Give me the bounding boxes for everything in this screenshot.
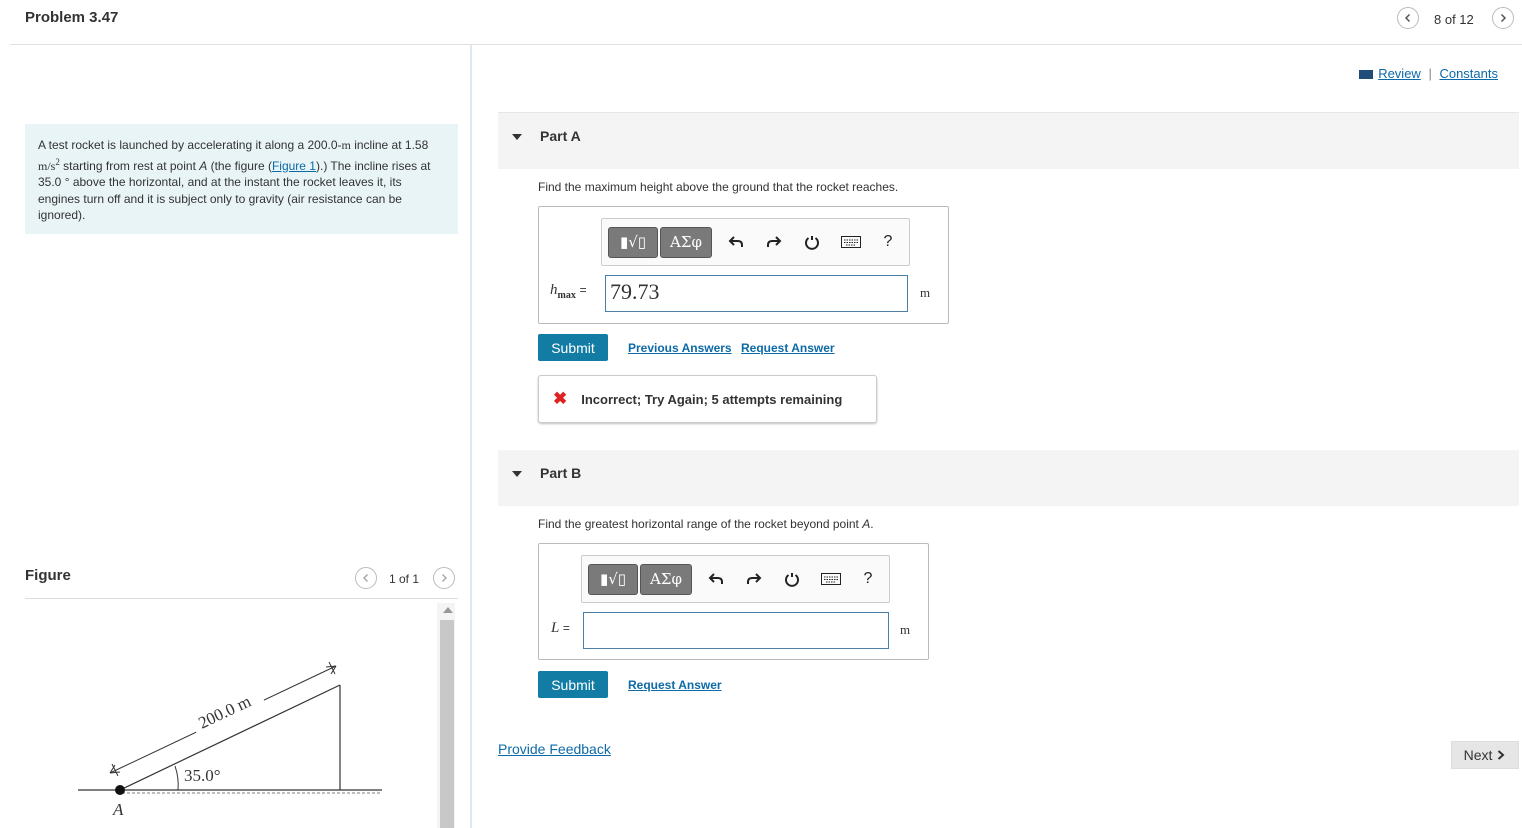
part-b-question: Find the greatest horizontal range of th… xyxy=(538,517,874,531)
figure-link[interactable]: Figure 1 xyxy=(272,159,316,173)
reset-icon[interactable] xyxy=(782,569,802,589)
part-a-header[interactable]: Part A xyxy=(498,113,1519,169)
previous-answers-link[interactable]: Previous Answers xyxy=(628,341,732,355)
figure-prev-button[interactable] xyxy=(355,567,377,589)
chevron-left-icon xyxy=(1404,13,1411,23)
figure-scrollbar-thumb[interactable] xyxy=(440,620,454,828)
provide-feedback-link[interactable]: Provide Feedback xyxy=(498,741,611,757)
part-b-variable: L = xyxy=(551,620,570,636)
point-a-label: A xyxy=(112,800,124,819)
part-b-request-answer-link[interactable]: Request Answer xyxy=(628,678,722,692)
undo-icon[interactable] xyxy=(726,232,746,252)
scroll-up-icon[interactable] xyxy=(443,607,453,613)
problem-title: Problem 3.47 xyxy=(25,9,119,26)
review-link[interactable]: Review xyxy=(1378,66,1421,81)
part-a-answer-input[interactable]: 79.73 xyxy=(605,275,908,312)
chevron-right-icon xyxy=(441,573,448,583)
greek-symbols-button[interactable]: ΑΣφ xyxy=(640,563,692,595)
figure-divider xyxy=(25,598,458,599)
point-a-marker xyxy=(115,785,125,795)
next-label: Next xyxy=(1463,747,1493,763)
redo-icon[interactable] xyxy=(744,569,764,589)
part-a-answer-box: ▮√▯ ΑΣφ ? hmax = 79.73 m xyxy=(538,206,949,324)
angle-label: 35.0° xyxy=(184,766,221,785)
part-b-unit: m xyxy=(900,622,911,637)
templates-button[interactable]: ▮√▯ xyxy=(588,563,638,595)
problem-pager: 8 of 12 xyxy=(1434,12,1474,27)
part-a-variable: hmax = xyxy=(550,282,587,301)
keyboard-icon[interactable] xyxy=(820,569,842,589)
header-divider xyxy=(10,44,1522,45)
reset-icon[interactable] xyxy=(802,232,822,252)
part-a-submit-button[interactable]: Submit xyxy=(538,334,608,361)
part-b-submit-button[interactable]: Submit xyxy=(538,671,608,698)
part-b-answer-box: ▮√▯ ΑΣφ ? L = m xyxy=(538,543,929,660)
redo-icon[interactable] xyxy=(764,232,784,252)
templates-button[interactable]: ▮√▯ xyxy=(608,226,658,258)
review-constants-links: Review | Constants xyxy=(1358,66,1498,81)
chevron-right-icon xyxy=(1498,750,1505,760)
collapse-icon xyxy=(512,134,522,140)
undo-icon[interactable] xyxy=(706,569,726,589)
chevron-right-icon xyxy=(1500,13,1507,23)
help-icon[interactable]: ? xyxy=(878,232,898,252)
part-b-header[interactable]: Part B xyxy=(498,450,1519,506)
math-toolbar: ▮√▯ ΑΣφ ? xyxy=(581,555,890,603)
problem-statement: A test rocket is launched by acceleratin… xyxy=(25,124,458,234)
math-toolbar: ▮√▯ ΑΣφ ? xyxy=(601,218,910,266)
pane-splitter[interactable] xyxy=(470,45,472,828)
part-b-answer-input[interactable] xyxy=(583,612,889,649)
constants-link[interactable]: Constants xyxy=(1439,66,1498,81)
figure-heading: Figure xyxy=(25,567,71,584)
book-icon xyxy=(1358,70,1373,80)
figure-next-button[interactable] xyxy=(433,567,455,589)
chevron-left-icon xyxy=(362,573,369,583)
part-b-title: Part B xyxy=(540,465,582,481)
incorrect-icon: ✖ xyxy=(553,389,568,408)
angle-arc xyxy=(174,765,179,791)
keyboard-icon[interactable] xyxy=(840,232,862,252)
part-a-unit: m xyxy=(920,285,931,300)
feedback-text: Incorrect; Try Again; 5 attempts remaini… xyxy=(581,391,843,407)
next-button[interactable]: Next xyxy=(1451,741,1519,769)
figure-pager: 1 of 1 xyxy=(389,572,420,586)
part-a-request-answer-link[interactable]: Request Answer xyxy=(741,341,835,355)
greek-symbols-button[interactable]: ΑΣφ xyxy=(660,226,712,258)
help-icon[interactable]: ? xyxy=(858,569,878,589)
collapse-icon xyxy=(512,471,522,477)
part-a-title: Part A xyxy=(540,128,581,144)
next-problem-button[interactable] xyxy=(1492,7,1514,29)
part-a-question: Find the maximum height above the ground… xyxy=(538,180,899,194)
links-separator: | xyxy=(1428,66,1432,81)
previous-problem-button[interactable] xyxy=(1397,7,1419,29)
part-a-feedback: ✖ Incorrect; Try Again; 5 attempts remai… xyxy=(538,375,877,423)
incline-figure: 200.0 m 35.0° A xyxy=(78,661,382,819)
